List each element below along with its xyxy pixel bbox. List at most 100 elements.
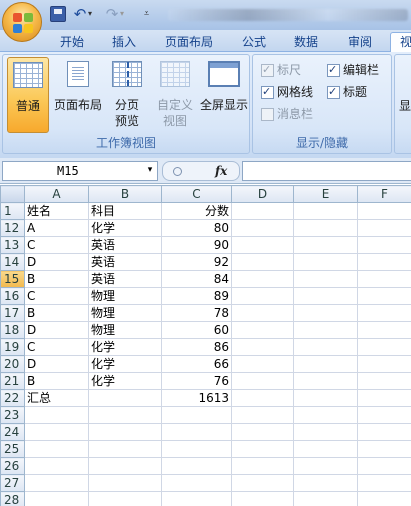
cell-e[interactable]: [293, 491, 358, 506]
cell-c[interactable]: 76: [161, 372, 232, 390]
row-header[interactable]: 13: [0, 236, 25, 254]
cell-f[interactable]: [357, 253, 411, 271]
cell-b[interactable]: 英语: [88, 236, 162, 254]
cell-f[interactable]: [357, 457, 411, 475]
row-header[interactable]: 18: [0, 321, 25, 339]
row-header[interactable]: 21: [0, 372, 25, 390]
cell-d[interactable]: [231, 321, 294, 339]
cell-a[interactable]: [24, 440, 89, 458]
cell-b[interactable]: 化学: [88, 372, 162, 390]
customize-quick-access-icon[interactable]: ⩡: [144, 6, 154, 22]
cell-a[interactable]: A: [24, 219, 89, 237]
tab-formulas[interactable]: 公式: [232, 33, 276, 52]
cell-c[interactable]: [161, 474, 232, 492]
cell-d[interactable]: [231, 355, 294, 373]
tab-insert[interactable]: 插入: [104, 33, 144, 52]
cell-e[interactable]: [293, 287, 358, 305]
column-header[interactable]: F: [357, 185, 411, 203]
formula-bar-checkbox[interactable]: 编辑栏: [327, 61, 379, 79]
headings-checkbox[interactable]: 标题: [327, 83, 367, 101]
cell-b[interactable]: [88, 474, 162, 492]
row-header[interactable]: 22: [0, 389, 25, 407]
row-header[interactable]: 25: [0, 440, 25, 458]
cell-a[interactable]: [24, 491, 89, 506]
cell-b[interactable]: 化学: [88, 338, 162, 356]
cell-c[interactable]: [161, 423, 232, 441]
cell-c[interactable]: [161, 440, 232, 458]
row-header[interactable]: 15: [0, 270, 25, 288]
cell-a[interactable]: B: [24, 270, 89, 288]
cell-d[interactable]: [231, 474, 294, 492]
cell-e[interactable]: [293, 457, 358, 475]
cell-c[interactable]: [161, 457, 232, 475]
name-box-dropdown-icon[interactable]: ▾: [144, 161, 156, 179]
cell-f[interactable]: [357, 389, 411, 407]
cell-f[interactable]: [357, 219, 411, 237]
cell-b[interactable]: 英语: [88, 253, 162, 271]
cell-d[interactable]: [231, 491, 294, 506]
cell-e[interactable]: [293, 202, 358, 220]
row-header[interactable]: 12: [0, 219, 25, 237]
cell-f[interactable]: [357, 491, 411, 506]
cell-b[interactable]: [88, 440, 162, 458]
tab-view[interactable]: 视: [390, 32, 411, 53]
row-header[interactable]: 17: [0, 304, 25, 322]
row-header[interactable]: 28: [0, 491, 25, 506]
cell-b[interactable]: 化学: [88, 355, 162, 373]
cell-d[interactable]: [231, 338, 294, 356]
cell-e[interactable]: [293, 270, 358, 288]
cell-e[interactable]: [293, 372, 358, 390]
cell-a[interactable]: D: [24, 321, 89, 339]
cell-d[interactable]: [231, 236, 294, 254]
cell-d[interactable]: [231, 202, 294, 220]
cell-e[interactable]: [293, 355, 358, 373]
column-header[interactable]: D: [231, 185, 294, 203]
cell-f[interactable]: [357, 338, 411, 356]
page-break-preview-button[interactable]: 分页 预览: [107, 57, 147, 133]
cell-b[interactable]: 化学: [88, 219, 162, 237]
cell-f[interactable]: [357, 321, 411, 339]
cell-c[interactable]: [161, 491, 232, 506]
redo-icon[interactable]: ↷: [104, 6, 120, 22]
cell-c[interactable]: 92: [161, 253, 232, 271]
row-header[interactable]: 14: [0, 253, 25, 271]
tab-data[interactable]: 数据: [286, 33, 326, 52]
cell-f[interactable]: [357, 406, 411, 424]
cell-b[interactable]: [88, 389, 162, 407]
cell-f[interactable]: [357, 236, 411, 254]
name-box[interactable]: M15: [2, 161, 158, 181]
column-header[interactable]: C: [161, 185, 232, 203]
cell-d[interactable]: [231, 440, 294, 458]
cell-d[interactable]: [231, 457, 294, 475]
row-header[interactable]: 19: [0, 338, 25, 356]
cell-c[interactable]: 86: [161, 338, 232, 356]
cell-c[interactable]: 90: [161, 236, 232, 254]
cell-e[interactable]: [293, 338, 358, 356]
cell-b[interactable]: 物理: [88, 304, 162, 322]
tab-home[interactable]: 开始: [50, 33, 94, 52]
cell-e[interactable]: [293, 236, 358, 254]
row-header[interactable]: 26: [0, 457, 25, 475]
cell-e[interactable]: [293, 423, 358, 441]
cell-c[interactable]: 1613: [161, 389, 232, 407]
row-header[interactable]: 27: [0, 474, 25, 492]
cell-f[interactable]: [357, 287, 411, 305]
cell-f[interactable]: [357, 372, 411, 390]
cell-e[interactable]: [293, 219, 358, 237]
cell-f[interactable]: [357, 304, 411, 322]
cell-d[interactable]: [231, 219, 294, 237]
cell-a[interactable]: [24, 457, 89, 475]
select-all-corner[interactable]: [0, 185, 25, 203]
cell-c[interactable]: [161, 406, 232, 424]
insert-function-icon[interactable]: fx: [215, 162, 227, 180]
cell-f[interactable]: [357, 474, 411, 492]
cell-b[interactable]: [88, 406, 162, 424]
tab-page-layout[interactable]: 页面布局: [156, 33, 222, 52]
cell-d[interactable]: [231, 304, 294, 322]
column-header[interactable]: A: [24, 185, 89, 203]
undo-icon[interactable]: ↶: [72, 6, 88, 22]
normal-view-button[interactable]: 普通: [7, 57, 49, 133]
cell-c[interactable]: 89: [161, 287, 232, 305]
cell-e[interactable]: [293, 474, 358, 492]
cell-d[interactable]: [231, 270, 294, 288]
